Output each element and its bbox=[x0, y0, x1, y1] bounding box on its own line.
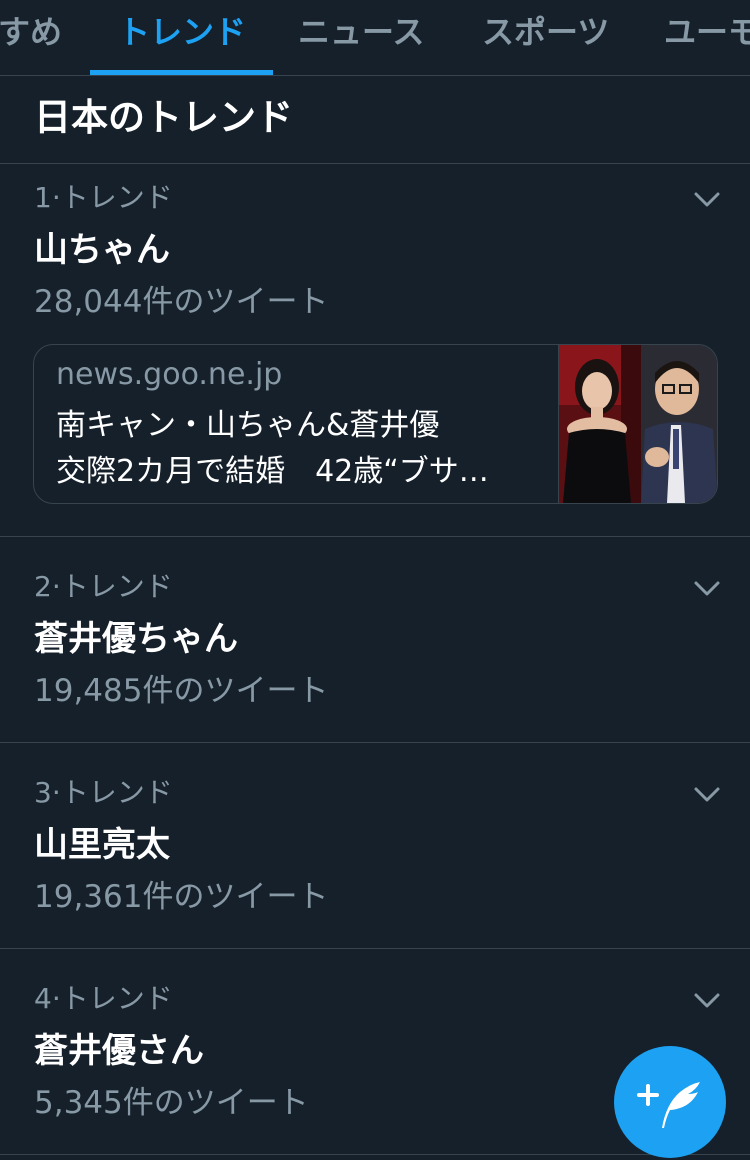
chevron-down-icon[interactable] bbox=[690, 182, 724, 216]
trend-name: 蒼井優さん bbox=[34, 1031, 204, 1071]
trend-rank-label: 2·トレンド bbox=[34, 570, 173, 603]
trend-item-3[interactable]: 3·トレンド 山里亮太 19,361件のツイート bbox=[0, 775, 750, 915]
trend-rank-label: 1·トレンド bbox=[34, 181, 173, 214]
trend-tweet-count: 28,044件のツイート bbox=[34, 284, 329, 320]
explore-tab-bar: すめ トレンド ニュース スポーツ ユーモ bbox=[0, 0, 750, 76]
chevron-down-icon[interactable] bbox=[690, 983, 724, 1017]
trend-tweet-count: 19,485件のツイート bbox=[34, 673, 329, 709]
trend-divider-1 bbox=[0, 536, 750, 537]
news-domain: news.goo.ne.jp bbox=[56, 357, 283, 392]
news-headline-line-2: 交際2カ月で結婚 42歳“ブサ… bbox=[56, 454, 489, 489]
compose-tweet-button[interactable] bbox=[614, 1046, 726, 1158]
section-title: 日本のトレンド bbox=[34, 96, 293, 139]
chevron-down-icon[interactable] bbox=[690, 777, 724, 811]
trend-rank-label: 3·トレンド bbox=[34, 776, 173, 809]
trend-name: 山ちゃん bbox=[34, 230, 170, 270]
tab-trends[interactable]: トレンド bbox=[118, 12, 246, 52]
chevron-down-icon[interactable] bbox=[690, 571, 724, 605]
trend-item-1[interactable]: 1·トレンド 山ちゃん 28,044件のツイート bbox=[0, 180, 750, 320]
trends-screen: すめ トレンド ニュース スポーツ ユーモ 日本のトレンド 1·トレンド 山ちゃ… bbox=[0, 0, 750, 1160]
trend-divider-3 bbox=[0, 948, 750, 949]
tab-sports[interactable]: スポーツ bbox=[482, 12, 609, 52]
compose-tweet-icon bbox=[637, 1082, 700, 1128]
trend-item-2[interactable]: 2·トレンド 蒼井優ちゃん 19,485件のツイート bbox=[0, 569, 750, 709]
trend-name: 山里亮太 bbox=[34, 825, 170, 865]
trend-rank-label: 4·トレンド bbox=[34, 982, 173, 1015]
trend-tweet-count: 19,361件のツイート bbox=[34, 879, 329, 915]
news-headline-line-1: 南キャン・山ちゃん&蒼井優 bbox=[56, 408, 440, 443]
tab-recommended[interactable]: すめ bbox=[0, 12, 62, 52]
tab-news[interactable]: ニュース bbox=[298, 12, 424, 52]
tab-humor[interactable]: ユーモ bbox=[664, 12, 750, 52]
news-headline: 南キャン・山ちゃん&蒼井優 交際2カ月で結婚 42歳“ブサ… bbox=[56, 403, 536, 495]
news-link-card[interactable]: news.goo.ne.jp 南キャン・山ちゃん&蒼井優 交際2カ月で結婚 42… bbox=[33, 344, 718, 504]
header-divider bbox=[0, 163, 750, 164]
trend-tweet-count: 5,345件のツイート bbox=[34, 1085, 309, 1121]
trend-name: 蒼井優ちゃん bbox=[34, 619, 238, 659]
news-thumbnail-image bbox=[558, 345, 717, 503]
trend-divider-2 bbox=[0, 742, 750, 743]
active-tab-indicator bbox=[90, 70, 273, 75]
